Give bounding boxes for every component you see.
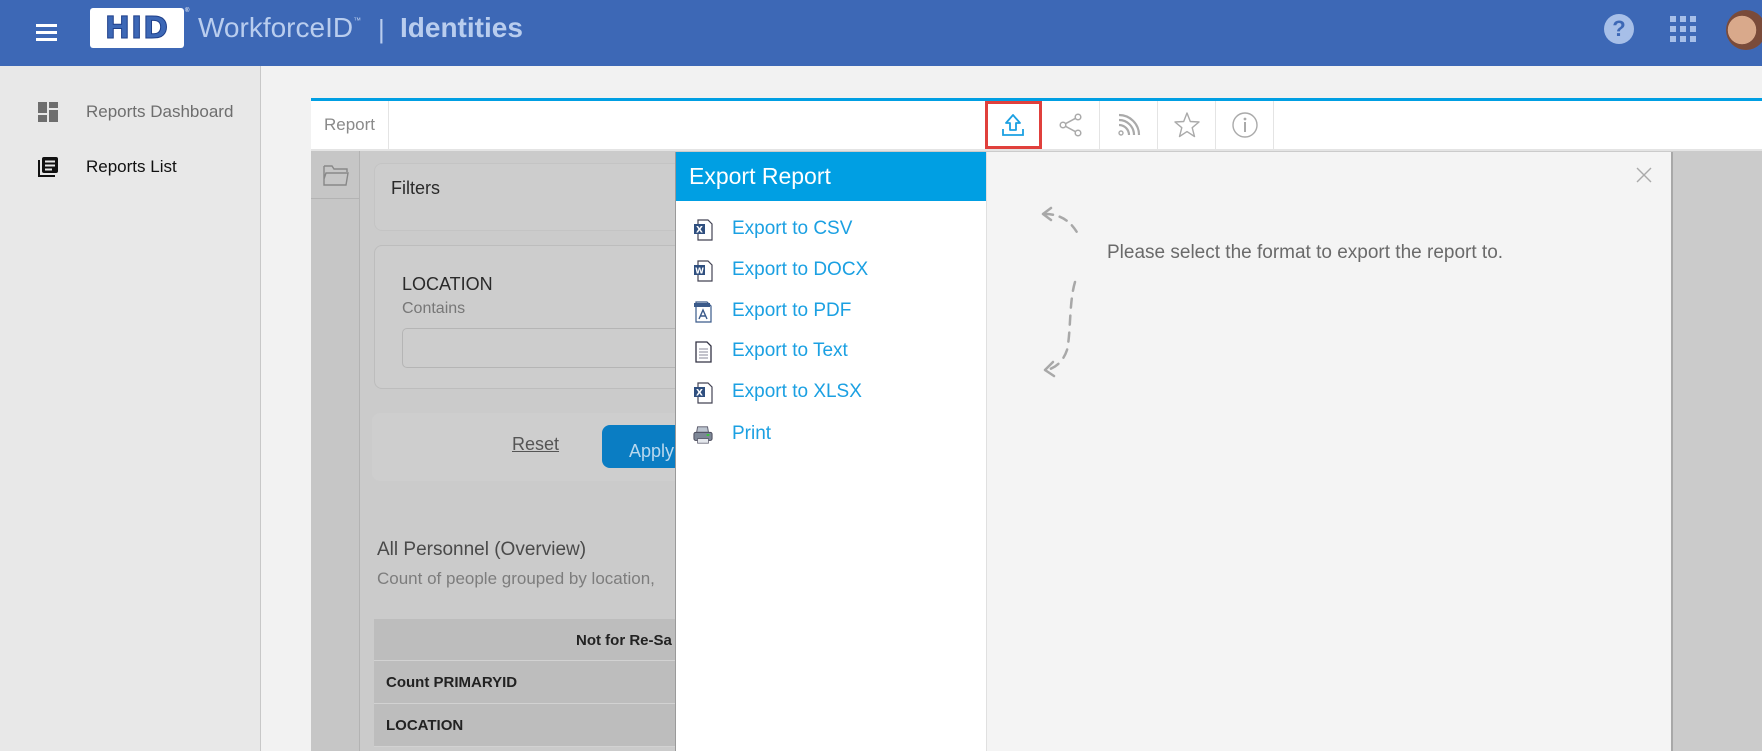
info-button[interactable] [1217, 101, 1274, 149]
folder-strip [311, 151, 360, 751]
sidebar-item-reports-dashboard[interactable]: Reports Dashboard [0, 92, 260, 132]
share-icon [1059, 113, 1082, 137]
hamburger-menu-button[interactable] [34, 20, 60, 44]
logo-text: HID [104, 10, 170, 46]
apps-grid-icon[interactable] [1670, 16, 1696, 42]
svg-text:X: X [696, 226, 703, 236]
rss-button[interactable] [1101, 101, 1158, 149]
report-description: Count of people grouped by location, [377, 569, 655, 588]
export-option-label: Export to CSV [732, 218, 853, 239]
report-title: All Personnel (Overview) [377, 539, 587, 560]
rss-icon [1118, 113, 1141, 136]
filter-operator: Contains [402, 300, 466, 317]
table-row: Count PRIMARYID [374, 661, 676, 704]
export-instruction: Please select the format to export the r… [1107, 242, 1504, 263]
sidebar-item-label: Reports Dashboard [86, 102, 234, 121]
printer-icon [693, 426, 713, 444]
menu-line [36, 31, 57, 34]
export-option-label: Print [732, 423, 772, 444]
pdf-file-icon [694, 301, 712, 323]
hid-logo[interactable]: HID [90, 8, 184, 48]
reset-button[interactable]: Reset [512, 434, 559, 455]
docx-file-icon: W [694, 260, 713, 282]
xlsx-file-icon: X [694, 382, 713, 404]
brand-separator: | [378, 14, 385, 44]
report-tab[interactable]: Report [311, 101, 389, 149]
brand-name: WorkforceID™ [198, 12, 361, 44]
share-button[interactable] [1043, 101, 1100, 149]
csv-file-icon: X [694, 219, 713, 241]
trademark: ™ [353, 16, 362, 25]
svg-text:W: W [695, 267, 704, 276]
folder-button[interactable] [311, 151, 360, 199]
export-xlsx-option[interactable]: X Export to XLSX [676, 374, 986, 410]
export-options-panel: Export Report X Export to CSV W Export t… [675, 152, 986, 751]
export-icon [1002, 114, 1024, 136]
menu-line [36, 24, 57, 27]
export-csv-option[interactable]: X Export to CSV [676, 211, 986, 247]
brand-text: WorkforceID [198, 12, 354, 43]
star-icon [1174, 112, 1200, 138]
export-option-label: Export to XLSX [732, 381, 862, 402]
export-docx-option[interactable]: W Export to DOCX [676, 252, 986, 288]
text-file-icon [695, 341, 712, 363]
close-icon[interactable] [1634, 165, 1654, 185]
list-icon [38, 157, 58, 177]
sidebar-item-label: Reports List [86, 157, 177, 176]
print-option[interactable]: Print [676, 416, 986, 452]
favourite-button[interactable] [1159, 101, 1216, 149]
sidebar: Reports Dashboard Reports List [0, 66, 261, 751]
filter-panel: Filters LOCATION Contains Reset Apply Al… [372, 151, 694, 751]
report-toolbar: Report [311, 101, 1762, 151]
export-info-panel: Please select the format to export the r… [986, 152, 1673, 751]
location-filter: LOCATION Contains [374, 245, 694, 389]
info-icon [1232, 112, 1258, 138]
app-title: Identities [400, 12, 523, 43]
dashboard-icon [38, 102, 58, 122]
guide-arrows-icon [1041, 206, 1081, 378]
export-modal-title: Export Report [676, 152, 986, 201]
export-text-option[interactable]: Export to Text [676, 333, 986, 369]
location-filter-input[interactable] [402, 328, 692, 368]
table-header-row: Not for Re-Sa [374, 619, 676, 661]
export-option-label: Export to PDF [732, 300, 852, 321]
table-row: LOCATION [374, 704, 676, 747]
user-avatar[interactable] [1726, 10, 1762, 50]
app-header: HID ® WorkforceID™ | Identities ? [0, 0, 1762, 66]
registered-mark: ® [185, 8, 190, 14]
help-icon[interactable]: ? [1604, 14, 1634, 44]
filters-header: Filters [374, 163, 694, 231]
menu-line [36, 38, 57, 41]
svg-text:X: X [696, 389, 703, 399]
export-pdf-option[interactable]: Export to PDF [676, 293, 986, 329]
report-table: Not for Re-Sa Count PRIMARYID LOCATION [374, 619, 676, 747]
filter-field-label: LOCATION [402, 274, 493, 294]
export-button[interactable] [985, 101, 1042, 149]
table-cell: LOCATION [386, 717, 464, 734]
sidebar-item-reports-list[interactable]: Reports List [0, 147, 260, 187]
filter-actions: Reset Apply [372, 413, 692, 481]
filters-title: Filters [391, 178, 440, 198]
table-cell: Count PRIMARYID [386, 674, 518, 691]
table-header-cell: Not for Re-Sa [576, 632, 672, 649]
export-option-label: Export to Text [732, 340, 848, 361]
export-option-label: Export to DOCX [732, 259, 869, 280]
folder-icon [322, 164, 349, 186]
